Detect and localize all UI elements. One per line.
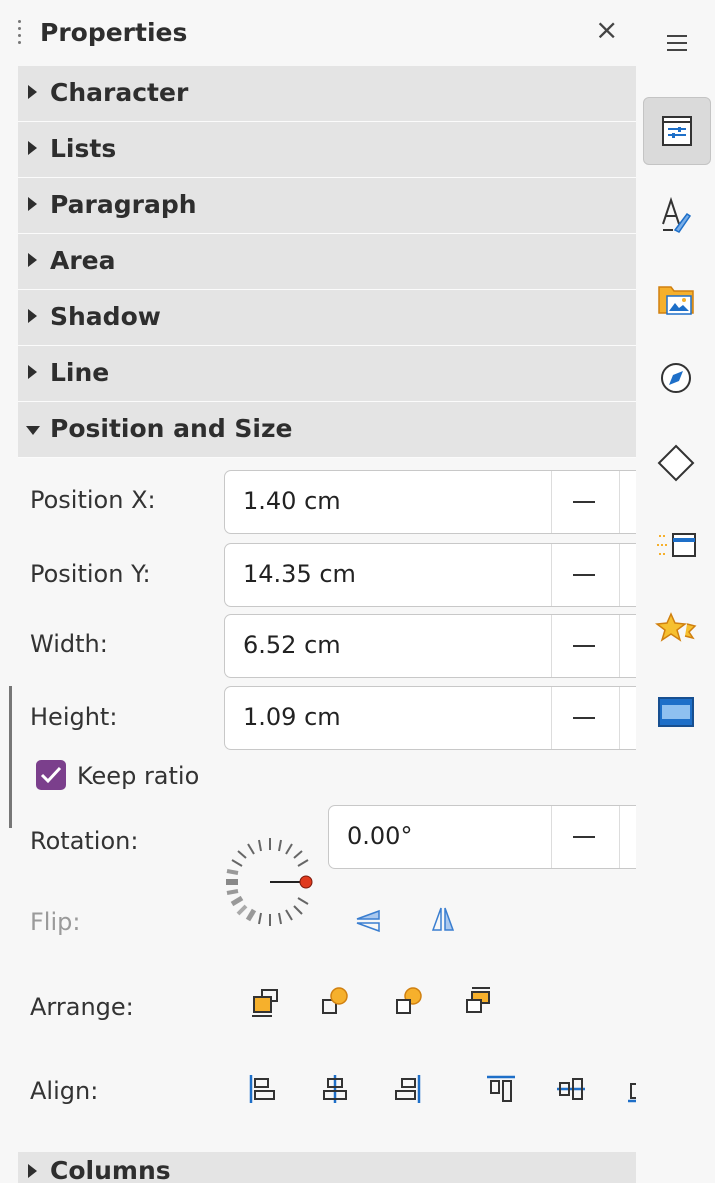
properties-panel: Properties × Character Lists Paragraph A… [0,0,636,1183]
section-label: Line [50,358,110,387]
rotation-dial[interactable] [222,834,318,930]
section-area[interactable]: Area [18,234,636,290]
decrement-icon[interactable] [573,717,595,719]
section-label: Paragraph [50,190,197,219]
section-shadow[interactable]: Shadow [18,290,636,346]
section-columns[interactable]: Columns [18,1152,636,1183]
section-label: Character [50,78,189,107]
rotation-label: Rotation: [30,827,139,855]
align-top-icon[interactable] [486,1074,516,1104]
decrement-icon[interactable] [573,574,595,576]
drag-grip-icon[interactable] [18,20,22,50]
section-label: Position and Size [50,414,293,443]
section-character[interactable]: Character [18,66,636,122]
collapse-arrow-icon [26,426,40,435]
position-y-label: Position Y: [30,560,151,588]
expand-arrow-icon [28,1164,37,1178]
panel-titlebar: Properties × [0,0,636,66]
menu-icon[interactable] [667,35,687,56]
decrement-icon[interactable] [573,836,595,838]
flip-horizontal-icon[interactable] [428,904,458,934]
expand-arrow-icon [28,197,37,211]
styles-icon [662,196,692,233]
close-icon[interactable]: × [595,16,618,44]
slide-transition-icon [658,697,694,727]
resize-handle[interactable] [9,686,12,828]
align-middle-icon[interactable] [556,1074,586,1104]
slide-transition-tab[interactable] [643,678,709,744]
rotation-value: 0.00° [347,822,413,850]
star-effects-tab[interactable] [643,596,709,662]
decrement-icon[interactable] [573,645,595,647]
navigator-tab[interactable] [643,345,709,411]
properties-tab[interactable] [643,97,711,165]
gallery-tab[interactable] [643,265,709,331]
decrement-icon[interactable] [573,501,595,503]
height-label: Height: [30,703,118,731]
flip-vertical-icon[interactable] [354,906,384,936]
position-y-value: 14.35 cm [243,560,356,588]
star-effects-icon [655,612,697,642]
panel-title: Properties [40,18,188,47]
send-to-back-icon[interactable] [464,986,494,1016]
position-x-field[interactable]: 1.40 cm [224,470,636,534]
backward-one-icon[interactable] [394,986,424,1016]
sidebar-tabbar [636,0,715,1183]
align-left-icon[interactable] [248,1074,278,1104]
arrange-label: Arrange: [30,993,134,1021]
navigator-icon [661,363,691,393]
expand-arrow-icon [28,365,37,379]
align-bottom-icon[interactable] [626,1074,636,1104]
height-value: 1.09 cm [243,703,341,731]
styles-tab[interactable] [643,180,709,246]
flip-label: Flip: [30,908,81,936]
section-position-size[interactable]: Position and Size [18,402,636,458]
expand-arrow-icon [28,309,37,323]
width-label: Width: [30,630,108,658]
shapes-icon [657,444,695,482]
section-label: Lists [50,134,117,163]
animation-tab[interactable] [643,512,709,578]
gallery-icon [658,286,694,315]
section-label: Columns [50,1156,171,1183]
expand-arrow-icon [28,141,37,155]
height-field[interactable]: 1.09 cm [224,686,636,750]
position-y-field[interactable]: 14.35 cm [224,543,636,607]
expand-arrow-icon [28,253,37,267]
section-label: Shadow [50,302,161,331]
animation-icon [657,533,696,557]
properties-icon [662,116,692,146]
forward-one-icon[interactable] [320,986,350,1016]
section-line[interactable]: Line [18,346,636,402]
keep-ratio-checkbox[interactable] [36,760,66,790]
align-right-icon[interactable] [392,1074,422,1104]
rotation-field[interactable]: 0.00° [328,805,636,869]
keep-ratio-label: Keep ratio [77,762,200,790]
align-center-icon[interactable] [320,1074,350,1104]
width-field[interactable]: 6.52 cm [224,614,636,678]
width-value: 6.52 cm [243,631,341,659]
section-lists[interactable]: Lists [18,122,636,178]
align-label: Align: [30,1077,99,1105]
shapes-tab[interactable] [643,430,709,496]
expand-arrow-icon [28,85,37,99]
section-label: Area [50,246,116,275]
bring-to-front-icon[interactable] [250,988,280,1018]
position-x-label: Position X: [30,486,156,514]
section-paragraph[interactable]: Paragraph [18,178,636,234]
position-x-value: 1.40 cm [243,487,341,515]
